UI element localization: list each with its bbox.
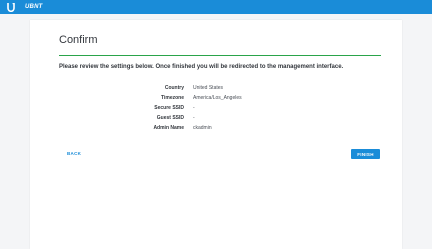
finish-button[interactable]: FINISH [351, 149, 380, 159]
intro-text: Please review the settings below. Once f… [59, 64, 344, 70]
confirm-panel: Confirm Please review the settings below… [30, 20, 402, 249]
back-button[interactable]: BACK [67, 151, 81, 156]
setting-label: Guest SSID [156, 115, 184, 121]
setting-label: Timezone [161, 95, 184, 101]
setting-value: United States [193, 85, 224, 91]
setting-label: Secure SSID [154, 105, 184, 111]
page-title: Confirm [59, 34, 98, 46]
setting-label: Country [164, 85, 184, 91]
setting-row-guest-ssid: Guest SSID - [30, 115, 402, 125]
brand-name: UBNT [25, 4, 43, 10]
setting-value: ckadmin [193, 125, 212, 131]
title-divider [59, 55, 381, 56]
setting-row-secure-ssid: Secure SSID - [30, 105, 402, 115]
top-bar: UBNT [0, 0, 432, 14]
setting-label: Admin Name [153, 125, 184, 131]
setting-row-timezone: Timezone America/Los_Angeles [30, 95, 402, 105]
setting-value: - [193, 115, 195, 121]
setting-value: America/Los_Angeles [193, 95, 242, 101]
ubnt-u-logo-icon[interactable] [6, 2, 16, 12]
setting-row-admin-name: Admin Name ckadmin [30, 125, 402, 135]
setting-row-country: Country United States [30, 85, 402, 95]
setting-value: - [193, 105, 195, 111]
